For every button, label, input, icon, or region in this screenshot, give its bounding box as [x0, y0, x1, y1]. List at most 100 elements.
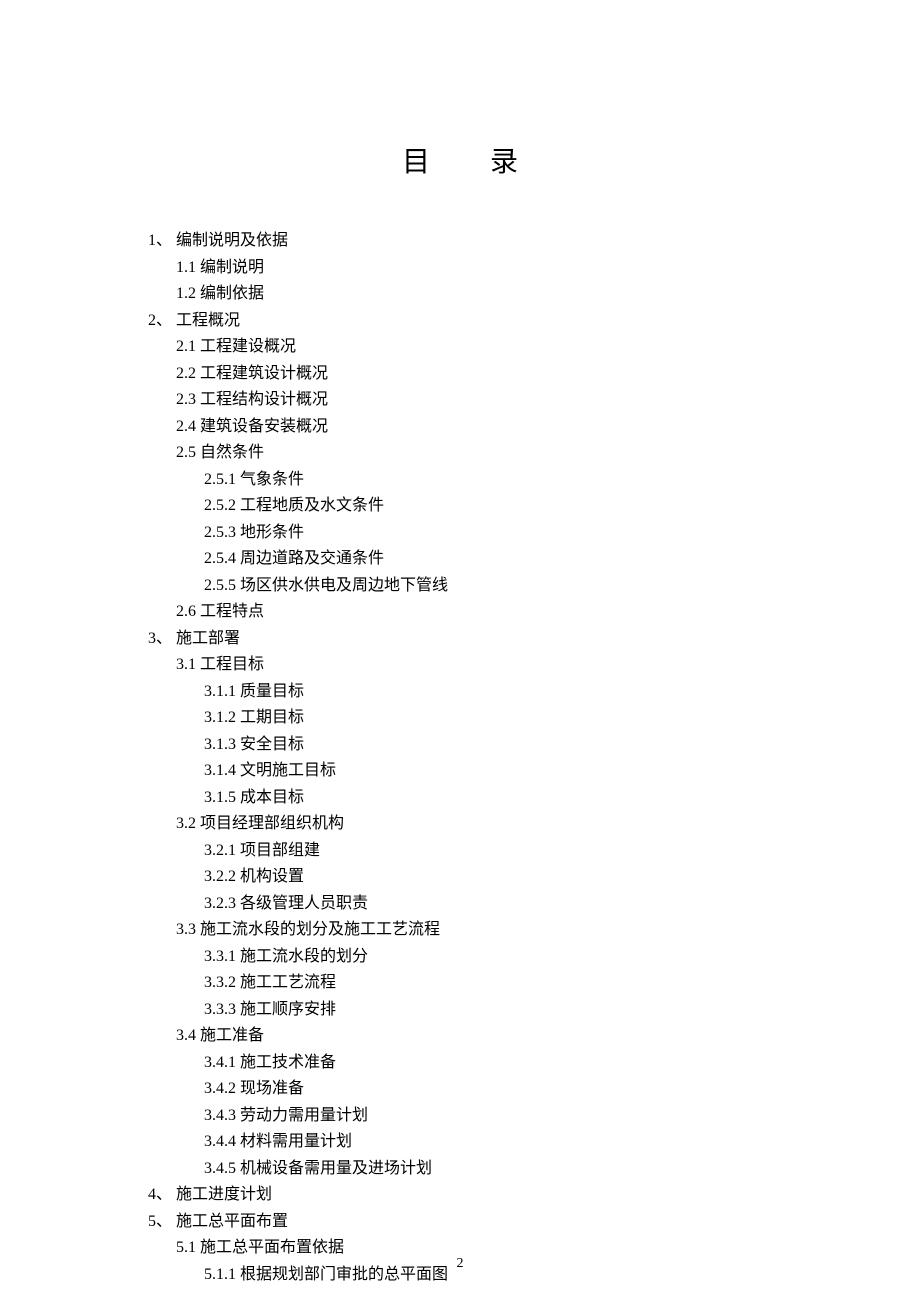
toc-entry: 3.4 施工准备 [148, 1023, 920, 1050]
toc-entry: 1、 编制说明及依据 [148, 228, 920, 255]
toc-entry-text: 各级管理人员职责 [240, 895, 368, 912]
toc-entry: 3.1.2 工期目标 [148, 705, 920, 732]
toc-entry-text: 项目部组建 [240, 842, 320, 859]
toc-entry-number: 5.1 [176, 1239, 196, 1256]
toc-entry: 3.1.1 质量目标 [148, 679, 920, 706]
table-of-contents: 1、 编制说明及依据1.1 编制说明1.2 编制依据2、 工程概况2.1 工程建… [148, 228, 920, 1288]
toc-entry: 2.5.3 地形条件 [148, 520, 920, 547]
toc-entry-number: 2.6 [176, 603, 196, 620]
toc-entry-text: 施工顺序安排 [240, 1001, 336, 1018]
toc-entry-number: 3.4.1 [204, 1054, 236, 1071]
toc-entry: 2.3 工程结构设计概况 [148, 387, 920, 414]
toc-entry-number: 3.3 [176, 921, 196, 938]
toc-entry: 1.2 编制依据 [148, 281, 920, 308]
toc-entry-text: 工程目标 [200, 656, 264, 673]
toc-entry: 3.2.2 机构设置 [148, 864, 920, 891]
toc-entry-text: 施工工艺流程 [240, 974, 336, 991]
toc-entry-number: 5、 [148, 1213, 172, 1230]
toc-entry-number: 3.3.1 [204, 948, 236, 965]
toc-entry: 3.1.3 安全目标 [148, 732, 920, 759]
toc-entry-number: 1、 [148, 232, 172, 249]
toc-entry-text: 质量目标 [240, 683, 304, 700]
page-title: 目录 [0, 140, 920, 180]
toc-entry-number: 2.3 [176, 391, 196, 408]
toc-entry-number: 3.1.3 [204, 736, 236, 753]
toc-entry-number: 2.1 [176, 338, 196, 355]
toc-entry-number: 2.4 [176, 418, 196, 435]
toc-entry-text: 工程建筑设计概况 [200, 365, 328, 382]
toc-entry-text: 成本目标 [240, 789, 304, 806]
toc-entry: 2.2 工程建筑设计概况 [148, 361, 920, 388]
toc-entry-text: 机构设置 [240, 868, 304, 885]
toc-entry-text: 项目经理部组织机构 [200, 815, 344, 832]
toc-entry: 3.1.5 成本目标 [148, 785, 920, 812]
toc-entry-text: 编制说明 [200, 259, 264, 276]
toc-entry-text: 工程结构设计概况 [200, 391, 328, 408]
toc-entry: 2.4 建筑设备安装概况 [148, 414, 920, 441]
page-number: 2 [0, 1256, 920, 1272]
toc-entry-text: 工程地质及水文条件 [240, 497, 384, 514]
toc-entry: 3.4.4 材料需用量计划 [148, 1129, 920, 1156]
toc-entry: 2、 工程概况 [148, 308, 920, 335]
toc-entry: 3.2.1 项目部组建 [148, 838, 920, 865]
toc-entry-number: 3.1 [176, 656, 196, 673]
toc-entry-number: 3.2 [176, 815, 196, 832]
toc-entry-text: 现场准备 [240, 1080, 304, 1097]
toc-entry-text: 施工准备 [200, 1027, 264, 1044]
toc-entry-number: 2.5.4 [204, 550, 236, 567]
toc-entry-number: 3.2.1 [204, 842, 236, 859]
toc-entry: 2.5.2 工程地质及水文条件 [148, 493, 920, 520]
toc-entry: 2.5 自然条件 [148, 440, 920, 467]
toc-entry-number: 1.1 [176, 259, 196, 276]
toc-entry-number: 3.1.1 [204, 683, 236, 700]
toc-entry: 2.6 工程特点 [148, 599, 920, 626]
toc-entry-number: 3.2.2 [204, 868, 236, 885]
toc-entry-number: 2.5.2 [204, 497, 236, 514]
toc-entry-number: 3.3.2 [204, 974, 236, 991]
toc-entry-number: 2、 [148, 312, 172, 329]
toc-entry-text: 编制说明及依据 [176, 232, 288, 249]
toc-entry-number: 2.2 [176, 365, 196, 382]
toc-entry-text: 施工流水段的划分 [240, 948, 368, 965]
toc-entry-number: 3、 [148, 630, 172, 647]
toc-entry-text: 自然条件 [200, 444, 264, 461]
toc-entry: 5、 施工总平面布置 [148, 1209, 920, 1236]
toc-entry-number: 3.4.2 [204, 1080, 236, 1097]
toc-entry-number: 2.5.3 [204, 524, 236, 541]
toc-entry: 1.1 编制说明 [148, 255, 920, 282]
toc-entry: 3.3 施工流水段的划分及施工工艺流程 [148, 917, 920, 944]
toc-entry-number: 3.1.2 [204, 709, 236, 726]
title-char-right: 录 [490, 147, 518, 178]
toc-entry-text: 施工进度计划 [176, 1186, 272, 1203]
toc-entry-text: 工程特点 [200, 603, 264, 620]
toc-entry-text: 劳动力需用量计划 [240, 1107, 368, 1124]
toc-entry-text: 场区供水供电及周边地下管线 [240, 577, 448, 594]
toc-entry-text: 工期目标 [240, 709, 304, 726]
document-page: 目录 1、 编制说明及依据1.1 编制说明1.2 编制依据2、 工程概况2.1 … [0, 0, 920, 1288]
toc-entry: 3、 施工部署 [148, 626, 920, 653]
toc-entry-number: 3.4.4 [204, 1133, 236, 1150]
toc-entry-number: 1.2 [176, 285, 196, 302]
toc-entry: 3.3.1 施工流水段的划分 [148, 944, 920, 971]
toc-entry-number: 4、 [148, 1186, 172, 1203]
toc-entry-number: 3.4.3 [204, 1107, 236, 1124]
toc-entry-text: 材料需用量计划 [240, 1133, 352, 1150]
toc-entry-text: 施工部署 [176, 630, 240, 647]
toc-entry-text: 施工总平面布置依据 [200, 1239, 344, 1256]
toc-entry: 3.4.1 施工技术准备 [148, 1050, 920, 1077]
toc-entry: 3.3.2 施工工艺流程 [148, 970, 920, 997]
toc-entry-text: 施工技术准备 [240, 1054, 336, 1071]
toc-entry-number: 3.2.3 [204, 895, 236, 912]
toc-entry-number: 2.5 [176, 444, 196, 461]
toc-entry: 2.1 工程建设概况 [148, 334, 920, 361]
toc-entry: 2.5.4 周边道路及交通条件 [148, 546, 920, 573]
toc-entry-number: 3.3.3 [204, 1001, 236, 1018]
toc-entry-number: 2.5.1 [204, 471, 236, 488]
toc-entry: 3.4.3 劳动力需用量计划 [148, 1103, 920, 1130]
toc-entry-text: 施工总平面布置 [176, 1213, 288, 1230]
toc-entry-text: 安全目标 [240, 736, 304, 753]
toc-entry: 3.2.3 各级管理人员职责 [148, 891, 920, 918]
toc-entry: 2.5.1 气象条件 [148, 467, 920, 494]
toc-entry-text: 建筑设备安装概况 [200, 418, 328, 435]
toc-entry-number: 3.4 [176, 1027, 196, 1044]
